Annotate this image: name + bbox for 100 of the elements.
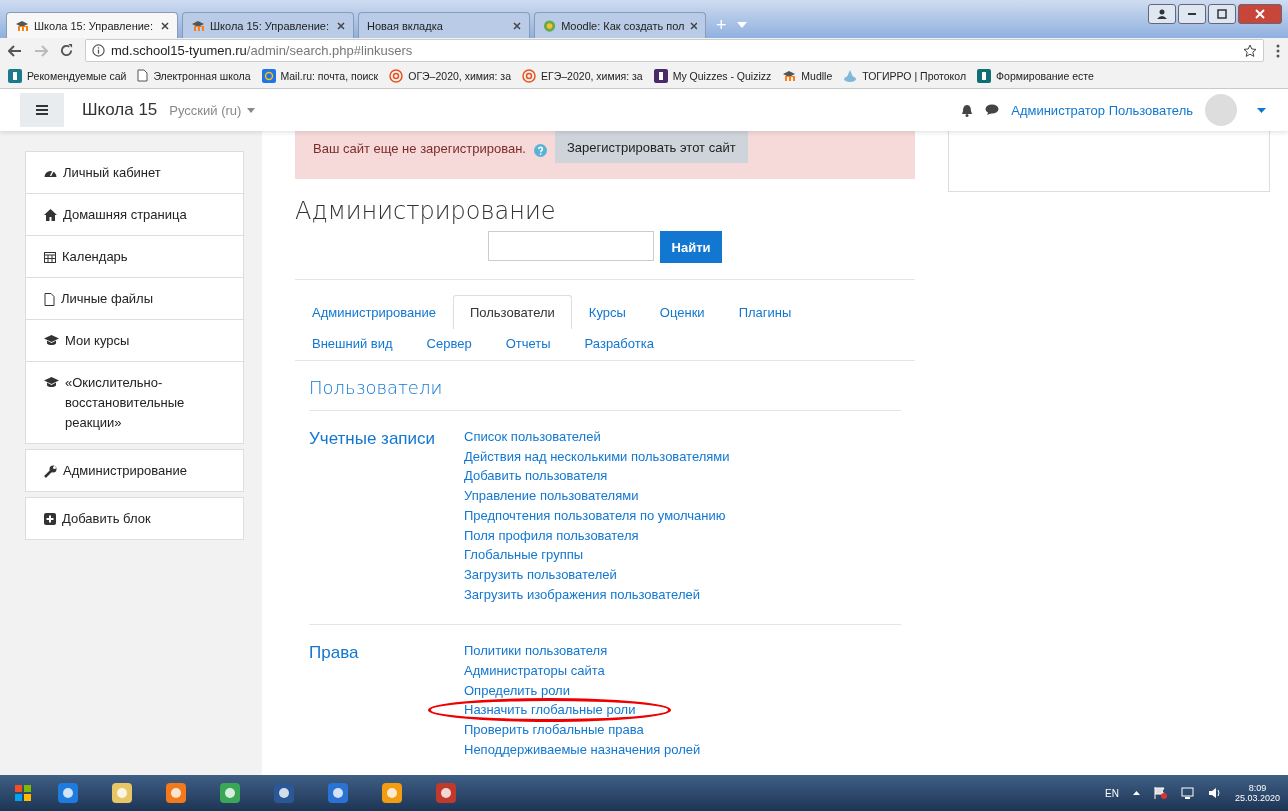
link[interactable]: Администраторы сайта xyxy=(464,661,605,681)
network-icon[interactable] xyxy=(1180,787,1194,799)
tab[interactable]: Оценки xyxy=(642,295,722,329)
nav-item[interactable]: Личные файлы xyxy=(26,278,243,320)
app-icon[interactable] xyxy=(110,781,134,805)
bookmark-link[interactable]: ЕГЭ–2020, химия: за xyxy=(522,68,643,83)
link[interactable]: Действия над несколькими пользователями xyxy=(464,446,730,467)
hat-icon xyxy=(843,68,858,83)
square-logo-icon xyxy=(653,68,668,83)
nav-item[interactable]: Администрирование xyxy=(26,450,243,491)
nav-item[interactable]: Добавить блок xyxy=(26,498,243,539)
back-icon[interactable] xyxy=(8,44,22,57)
menu-button[interactable] xyxy=(20,93,64,127)
minimize-icon[interactable] xyxy=(1187,12,1197,16)
start-button[interactable] xyxy=(12,782,34,804)
category-title: Права xyxy=(309,642,360,665)
tab[interactable]: Администрирование xyxy=(295,295,453,329)
nav-item[interactable]: Календарь xyxy=(26,236,243,278)
star-icon[interactable] xyxy=(1243,43,1257,58)
input-language[interactable]: EN xyxy=(1105,787,1119,799)
bookmark-link[interactable]: Mail.ru: почта, поиск xyxy=(261,68,379,83)
alert-text: Ваш сайт еще не зарегистрирован. xyxy=(313,141,526,156)
tab[interactable]: Разработка xyxy=(567,329,671,360)
info-icon xyxy=(92,44,105,57)
nav-item[interactable]: «Окислительно-восстановительные реакции» xyxy=(26,362,243,443)
app-icon[interactable] xyxy=(380,781,404,805)
graduation-cap-icon xyxy=(191,19,205,32)
app-icon[interactable] xyxy=(164,781,188,805)
app-icon[interactable] xyxy=(218,781,242,805)
tab[interactable]: Отчеты xyxy=(488,329,568,360)
link[interactable]: Загрузить пользователей xyxy=(464,564,617,585)
app-icon[interactable] xyxy=(56,781,80,805)
tab-title: Школа 15: Управление: xyxy=(210,19,331,32)
link[interactable]: Загрузить изображения пользователей xyxy=(464,584,700,605)
chat-icon[interactable] xyxy=(985,104,1000,116)
browser-tab[interactable]: Новая вкладка xyxy=(358,12,530,38)
link[interactable]: Неподдерживаемые назначения ролей xyxy=(464,739,701,760)
file-icon xyxy=(44,293,55,306)
at-sign-icon xyxy=(261,68,276,83)
link[interactable]: Определить роли xyxy=(464,680,570,701)
tab[interactable]: Сервер xyxy=(409,329,489,360)
link[interactable]: Добавить пользователя xyxy=(464,466,608,487)
link[interactable]: Управление пользователями xyxy=(464,486,639,506)
menu-icon[interactable] xyxy=(1276,43,1280,58)
close-icon[interactable] xyxy=(161,21,169,30)
sun-icon xyxy=(522,68,537,83)
graduation-cap-icon xyxy=(44,377,59,388)
close-icon[interactable] xyxy=(337,21,345,30)
site-name[interactable]: Школа 15 xyxy=(82,100,158,120)
bookmark-link[interactable]: ОГЭ–2020, химия: за xyxy=(389,68,512,83)
clock[interactable]: 8:09 25.03.2020 xyxy=(1234,783,1280,803)
nav-item[interactable]: Домашняя страница xyxy=(26,194,243,236)
search-button[interactable]: Найти xyxy=(659,231,723,263)
search-field[interactable] xyxy=(487,231,654,261)
app-icon[interactable] xyxy=(434,781,458,805)
bookmark-link[interactable]: My Quizzes - Quizizz xyxy=(653,68,772,83)
user-menu[interactable]: Администратор Пользователь xyxy=(1011,102,1193,118)
tab-title: Moodle: Как создать пол xyxy=(561,19,685,32)
bookmark-link[interactable]: Mudlle xyxy=(782,69,833,82)
tab[interactable]: Пользователи xyxy=(452,295,572,329)
bookmark-link[interactable]: Рекомендуемые сай xyxy=(8,68,127,83)
tab[interactable]: Плагины xyxy=(721,295,809,329)
address-field[interactable]: md.school15-tyumen.ru/admin/search.php#linkusers xyxy=(85,39,1264,62)
bookmark-link[interactable]: Электронная школа xyxy=(137,69,251,82)
link[interactable]: Предпочтения пользователя по умолчанию xyxy=(464,505,726,526)
caret-icon[interactable] xyxy=(1257,107,1266,113)
tab[interactable]: Курсы xyxy=(571,295,643,329)
graduation-cap-icon xyxy=(782,69,797,82)
tab[interactable]: Внешний вид xyxy=(295,329,410,360)
reload-icon[interactable] xyxy=(60,44,73,57)
language-menu[interactable]: Русский (ru) xyxy=(169,102,256,118)
link[interactable]: Список пользователей xyxy=(464,427,601,447)
close-icon[interactable] xyxy=(513,21,521,30)
bell-icon[interactable] xyxy=(961,103,974,117)
close-icon[interactable] xyxy=(689,21,697,30)
globe-icon xyxy=(543,18,557,33)
link[interactable]: Проверить глобальные права xyxy=(464,720,644,740)
bookmark-link[interactable]: Формирование есте xyxy=(977,68,1094,83)
user-icon[interactable] xyxy=(1157,9,1167,19)
caret-icon[interactable] xyxy=(1132,791,1140,795)
browser-tab[interactable]: Школа 15: Управление: xyxy=(182,12,354,38)
wrench-icon xyxy=(44,465,57,478)
link[interactable]: Политики пользователя xyxy=(464,641,608,662)
sun-icon xyxy=(389,68,404,83)
nav-item[interactable]: Личный кабинет xyxy=(26,152,243,194)
browser-tab[interactable]: Moodle: Как создать пол xyxy=(534,12,706,38)
link[interactable]: Глобальные группы xyxy=(464,545,584,565)
link[interactable]: Назначить глобальные роли xyxy=(464,700,636,721)
square-logo-icon xyxy=(977,68,992,83)
nav-item[interactable]: Мои курсы xyxy=(26,320,243,362)
flag-icon[interactable] xyxy=(1153,787,1167,799)
bookmark-link[interactable]: ТОГИРРО | Протокол xyxy=(843,68,967,83)
app-icon[interactable] xyxy=(272,781,296,805)
app-icon[interactable] xyxy=(326,781,350,805)
maximize-icon[interactable] xyxy=(1217,9,1227,19)
browser-tab[interactable]: Школа 15: Управление: xyxy=(6,12,178,38)
home-icon xyxy=(44,209,57,221)
link[interactable]: Поля профиля пользователя xyxy=(464,525,639,546)
speaker-icon[interactable] xyxy=(1207,787,1221,799)
register-button[interactable]: Зарегистрировать этот сайт xyxy=(555,131,748,163)
